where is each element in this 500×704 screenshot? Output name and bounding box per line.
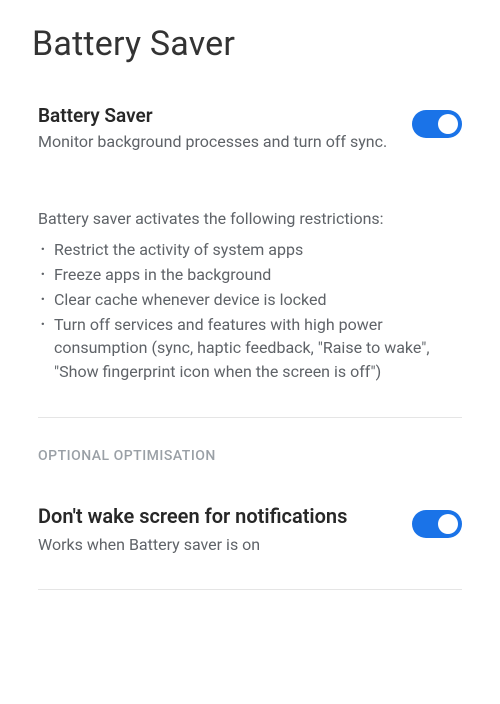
list-item: Restrict the activity of system apps (38, 238, 462, 261)
page-title: Battery Saver (0, 0, 500, 72)
toggle-knob (438, 114, 458, 134)
optional-optimisation-header: OPTIONAL OPTIMISATION (38, 448, 462, 464)
battery-saver-text: Battery Saver Monitor background process… (38, 104, 396, 153)
list-item: Turn off services and features with high… (38, 313, 462, 383)
battery-saver-toggle[interactable] (412, 110, 462, 138)
battery-saver-title: Battery Saver (38, 104, 396, 127)
toggle-knob (438, 514, 458, 534)
battery-saver-description: Monitor background processes and turn of… (38, 131, 396, 153)
list-item: Freeze apps in the background (38, 263, 462, 286)
restrictions-intro: Battery saver activates the following re… (38, 209, 462, 228)
battery-saver-setting-row[interactable]: Battery Saver Monitor background process… (38, 104, 462, 153)
dont-wake-title: Don't wake screen for notifications (38, 504, 396, 528)
dont-wake-text: Don't wake screen for notifications Work… (38, 504, 396, 556)
divider (38, 589, 462, 590)
dont-wake-description: Works when Battery saver is on (38, 534, 396, 556)
divider (38, 417, 462, 418)
content-area: Battery Saver Monitor background process… (0, 72, 500, 590)
dont-wake-setting-row[interactable]: Don't wake screen for notifications Work… (38, 504, 462, 556)
list-item: Clear cache whenever device is locked (38, 288, 462, 311)
dont-wake-toggle[interactable] (412, 510, 462, 538)
restrictions-list: Restrict the activity of system apps Fre… (38, 238, 462, 383)
